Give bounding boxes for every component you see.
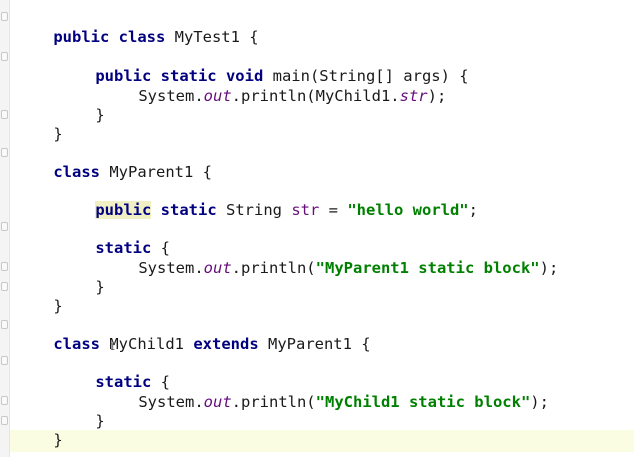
code-line-6[interactable]: class MyParent1 { — [16, 142, 212, 181]
code-line-1[interactable]: public class MyTest1 { — [16, 7, 258, 46]
closing-brace: } — [95, 106, 105, 124]
keyword: public — [95, 201, 152, 219]
class-declaration: MyTest1 { — [165, 28, 259, 46]
code-line-8[interactable]: static { — [58, 218, 170, 257]
closing-brace: } — [95, 412, 105, 430]
closing-brace: } — [53, 297, 63, 315]
code-line-2[interactable]: public static void main(String[] args) { — [58, 46, 468, 85]
code-text: ); — [530, 393, 549, 411]
static-field: str — [291, 201, 320, 219]
keyword: class — [53, 163, 100, 181]
code-text: = — [319, 201, 348, 219]
class-declaration: MyParent1 { — [100, 163, 212, 181]
string-literal: "hello world" — [347, 201, 469, 219]
string-literal: "MyParent1 static block" — [315, 259, 540, 277]
code-line-7[interactable]: public static String str = "hello world"… — [58, 180, 478, 219]
fold-marker-icon[interactable] — [1, 356, 8, 365]
string-literal: "MyChild1 static block" — [315, 393, 531, 411]
code-text: ; — [468, 201, 478, 219]
code-line-16[interactable]: } — [16, 410, 62, 449]
static-field: out — [203, 259, 232, 277]
fold-marker-icon[interactable] — [1, 110, 8, 119]
closing-brace: } — [53, 125, 63, 143]
code-text: .println( — [231, 259, 316, 277]
code-line-4[interactable]: } — [58, 85, 104, 124]
static-field: str — [399, 87, 428, 105]
code-text: ); — [427, 87, 447, 105]
fold-marker-icon[interactable] — [1, 222, 8, 231]
keyword: class — [53, 335, 100, 353]
static-field: out — [203, 87, 232, 105]
code-line-10[interactable]: } — [58, 257, 104, 296]
code-line-9[interactable]: System.out.println("MyParent1 static blo… — [101, 238, 558, 277]
code-text: MyParent1 { — [258, 335, 371, 353]
code-line-12[interactable]: class MyChild1 extends MyParent1 { — [16, 314, 370, 353]
code-line-15[interactable]: } — [58, 391, 104, 430]
code-text: ); — [539, 259, 559, 277]
code-text: System. — [138, 87, 204, 105]
fold-marker-icon[interactable] — [1, 52, 8, 61]
fold-marker-icon[interactable] — [1, 416, 8, 425]
fold-marker-icon[interactable] — [1, 396, 8, 405]
fold-marker-icon[interactable] — [1, 320, 8, 329]
fold-marker-icon[interactable] — [1, 262, 8, 271]
keyword: extends — [193, 335, 259, 353]
code-text: String — [216, 201, 292, 219]
editor-gutter — [0, 0, 10, 457]
current-line-highlight — [10, 430, 634, 452]
static-field: out — [203, 393, 232, 411]
code-line-11[interactable]: } — [16, 276, 62, 315]
code-line-13[interactable]: static { — [58, 352, 170, 391]
code-text: .println(MyChild1. — [231, 87, 400, 105]
code-text: System. — [138, 393, 204, 411]
keyword: public class — [53, 28, 166, 46]
code-line-14[interactable]: System.out.println("MyChild1 static bloc… — [101, 372, 549, 411]
code-line-5[interactable]: } — [16, 104, 62, 143]
code-text: System. — [138, 259, 204, 277]
code-text: .println( — [231, 393, 316, 411]
fold-marker-icon[interactable] — [1, 282, 8, 291]
closing-brace: } — [95, 278, 105, 296]
code-editor[interactable]: public class MyTest1 { public static voi… — [0, 0, 634, 457]
code-line-3[interactable]: System.out.println(MyChild1.str); — [101, 66, 446, 105]
fold-marker-icon[interactable] — [1, 12, 8, 21]
keyword: static — [160, 201, 217, 219]
fold-marker-icon[interactable] — [1, 148, 8, 157]
closing-brace: } — [53, 431, 63, 449]
